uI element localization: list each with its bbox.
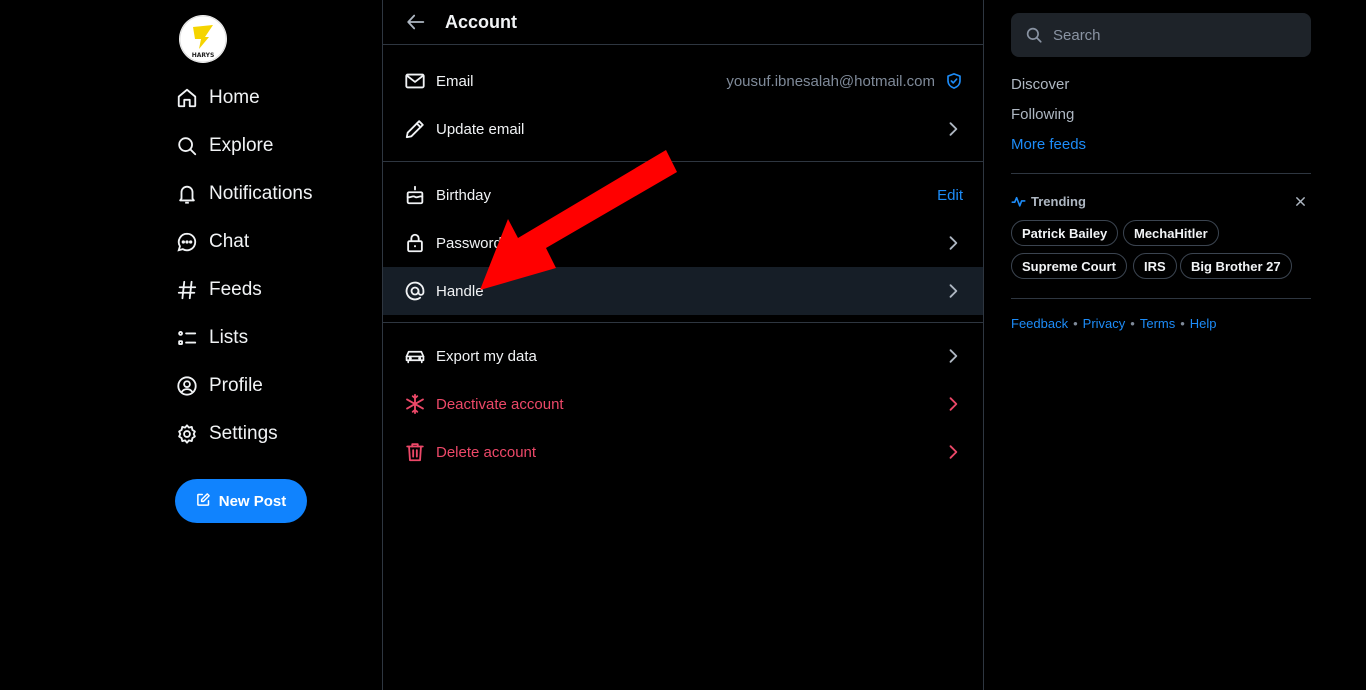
trending-chip[interactable]: IRS [1133,253,1177,279]
deactivate-account-label: Deactivate account [436,395,564,413]
chevron-right-icon [943,394,963,414]
bell-icon [175,182,199,206]
update-email-row[interactable]: Update email [383,105,983,153]
car-icon [404,345,426,367]
chevron-right-icon [943,233,963,253]
email-section: Email yousuf.ibnesalah@hotmail.com Updat… [383,45,983,162]
avatar[interactable]: HARYS [179,15,227,63]
update-email-label: Update email [436,120,525,138]
footer-link-feedback[interactable]: Feedback [1011,316,1068,331]
export-data-row[interactable]: Export my data [383,332,983,380]
footer-link-terms[interactable]: Terms [1140,316,1175,331]
nav-label: Lists [209,327,249,348]
nav-label: Feeds [209,279,262,300]
password-row[interactable]: Password [383,219,983,267]
close-icon[interactable] [1295,196,1306,207]
trending-chip[interactable]: MechaHitler [1123,220,1219,246]
page-title: Account [445,11,517,32]
trending-title: Trending [1031,193,1086,209]
deactivate-account-row[interactable]: Deactivate account [383,380,983,428]
trending-chip[interactable]: Supreme Court [1011,253,1127,279]
back-arrow-icon[interactable] [405,11,427,33]
footer-link-privacy[interactable]: Privacy [1083,316,1126,331]
nav-settings[interactable]: Settings [175,416,278,452]
delete-account-label: Delete account [436,443,537,461]
profile-icon [175,374,199,398]
chevron-right-icon [943,281,963,301]
trending-header: Trending [1011,192,1311,210]
birthday-edit-link[interactable]: Edit [937,187,963,204]
handle-label: Handle [436,282,484,300]
nav-lists[interactable]: Lists [175,320,248,356]
nav-label: Profile [209,375,263,396]
feed-link-following[interactable]: Following [1011,106,1074,123]
nav-label: Settings [209,423,278,444]
nav-label: Chat [209,231,250,252]
export-data-label: Export my data [436,347,537,365]
home-icon [175,86,199,110]
feed-link-discover[interactable]: Discover [1011,76,1069,93]
list-icon [175,326,199,350]
nav-feeds[interactable]: Feeds [175,272,262,308]
birthday-label: Birthday [436,186,492,204]
footer-link-help[interactable]: Help [1190,316,1217,331]
footer-links: Feedback • Privacy • Terms • Help [1011,316,1217,331]
cake-icon [404,184,426,206]
search-input[interactable] [1053,26,1283,44]
nav-profile[interactable]: Profile [175,368,263,404]
search-box[interactable] [1011,13,1311,57]
lock-icon [404,232,426,254]
search-icon [175,134,199,158]
nav-label: Home [209,87,260,108]
handle-row[interactable]: Handle [383,267,983,315]
nav-label: Notifications [209,183,313,204]
nav-explore[interactable]: Explore [175,128,273,164]
chevron-right-icon [943,119,963,139]
nav-chat[interactable]: Chat [175,224,249,260]
trash-icon [404,441,426,463]
snowflake-icon [404,393,426,415]
svg-text:HARYS: HARYS [192,52,215,59]
delete-account-row[interactable]: Delete account [383,428,983,476]
search-icon [1025,26,1043,44]
divider [1011,298,1311,299]
nav-label: Explore [209,135,274,156]
compose-icon [196,492,211,511]
hash-icon [175,278,199,302]
chat-icon [175,230,199,254]
email-label: Email [436,72,474,90]
data-management-section: Export my data Deactivate account Delete… [383,323,983,476]
email-value: yousuf.ibnesalah@hotmail.com [726,72,935,90]
avatar-logo-icon: HARYS [179,15,227,63]
email-row: Email yousuf.ibnesalah@hotmail.com [383,57,983,105]
verified-shield-icon [945,72,963,90]
chevron-right-icon [943,346,963,366]
envelope-icon [404,70,426,92]
new-post-button[interactable]: New Post [175,479,307,523]
new-post-label: New Post [218,492,287,510]
trending-chip[interactable]: Patrick Bailey [1011,220,1119,246]
feed-link-more-feeds[interactable]: More feeds [1011,136,1086,153]
chevron-right-icon [943,442,963,462]
gear-icon [175,422,199,446]
account-settings-panel: Account Email yousuf.ibnesalah@hotmail.c… [382,0,984,690]
pencil-icon [404,118,426,140]
profile-info-section: Birthday Edit Password Handle [383,162,983,323]
password-label: Password [436,234,502,252]
divider [1011,173,1311,174]
nav-notifications[interactable]: Notifications [175,176,313,212]
birthday-row: Birthday Edit [383,171,983,219]
at-sign-icon [404,280,426,302]
trending-chip[interactable]: Big Brother 27 [1180,253,1292,279]
trending-pulse-icon [1011,194,1026,209]
account-header: Account [383,0,983,45]
nav-home[interactable]: Home [175,80,260,116]
